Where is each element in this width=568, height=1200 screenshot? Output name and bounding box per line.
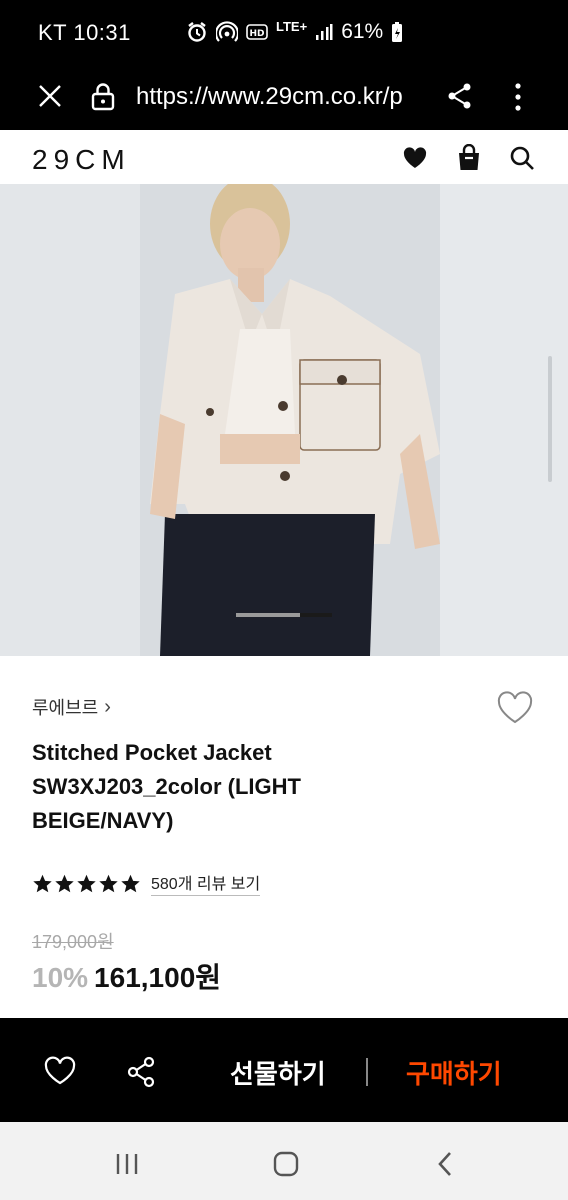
- star-icon: [77, 874, 96, 892]
- carousel-progress: [236, 613, 301, 617]
- star-icon: [55, 874, 74, 892]
- rating-stars: [32, 873, 141, 894]
- signal-icon: [316, 24, 333, 40]
- page-scrollbar[interactable]: [548, 356, 552, 482]
- heart-icon[interactable]: [401, 144, 429, 172]
- battery-icon: [392, 22, 403, 42]
- product-photo-illustration: [0, 184, 568, 656]
- lock-icon[interactable]: [90, 82, 116, 112]
- close-icon[interactable]: [36, 82, 64, 110]
- purchase-bar: 선물하기 구매하기: [0, 1018, 568, 1122]
- heart-outline-icon[interactable]: [44, 1056, 76, 1086]
- status-time: KT 10:31: [38, 20, 131, 45]
- star-icon: [121, 874, 140, 892]
- button-divider: [366, 1058, 368, 1086]
- more-vertical-icon[interactable]: [508, 80, 528, 114]
- rating-row: 580개 리뷰 보기: [32, 870, 261, 896]
- buy-button[interactable]: 구매하기: [406, 1054, 502, 1091]
- sale-price: 161,100원: [94, 962, 222, 993]
- price-row: 10% 161,100원: [32, 956, 221, 996]
- status-icons: HD LTE+ 61%: [186, 18, 403, 44]
- hotspot-icon: [216, 21, 238, 42]
- product-image[interactable]: [0, 184, 568, 656]
- product-title: Stitched Pocket Jacket SW3XJ203_2color (…: [32, 740, 301, 833]
- home-icon[interactable]: [272, 1150, 300, 1178]
- wishlist-heart-icon[interactable]: [496, 690, 534, 726]
- hd-icon: HD: [246, 24, 268, 40]
- url-field[interactable]: https://www.29cm.co.kr/p: [136, 83, 424, 111]
- battery-percent: 61%: [341, 20, 384, 43]
- discount-rate: 10%: [32, 962, 89, 993]
- site-logo[interactable]: 29CM: [32, 144, 131, 176]
- brand-name: 루에브르: [32, 698, 99, 718]
- original-price: 179,000원: [32, 932, 114, 952]
- review-link[interactable]: 580개 리뷰 보기: [151, 870, 261, 896]
- browser-url-bar: https://www.29cm.co.kr/p: [0, 66, 568, 130]
- star-icon: [33, 874, 52, 892]
- svg-text:HD: HD: [249, 29, 264, 39]
- status-bar: KT 10:31 HD LTE+ 61%: [0, 0, 568, 66]
- back-icon[interactable]: [436, 1150, 454, 1178]
- system-nav-bar: [0, 1122, 568, 1200]
- share-icon[interactable]: [126, 1056, 156, 1088]
- site-header: 29CM: [0, 130, 568, 184]
- star-icon: [99, 874, 118, 892]
- alarm-icon: [188, 22, 206, 42]
- brand-link[interactable]: 루에브르 ›: [32, 694, 111, 720]
- chevron-right-icon: ›: [104, 695, 111, 718]
- lte-icon: LTE+: [276, 18, 308, 34]
- shopping-bag-icon[interactable]: [455, 144, 483, 172]
- gift-button[interactable]: 선물하기: [230, 1054, 326, 1091]
- share-icon[interactable]: [446, 82, 474, 110]
- search-icon[interactable]: [508, 144, 536, 172]
- recents-icon[interactable]: [114, 1152, 140, 1176]
